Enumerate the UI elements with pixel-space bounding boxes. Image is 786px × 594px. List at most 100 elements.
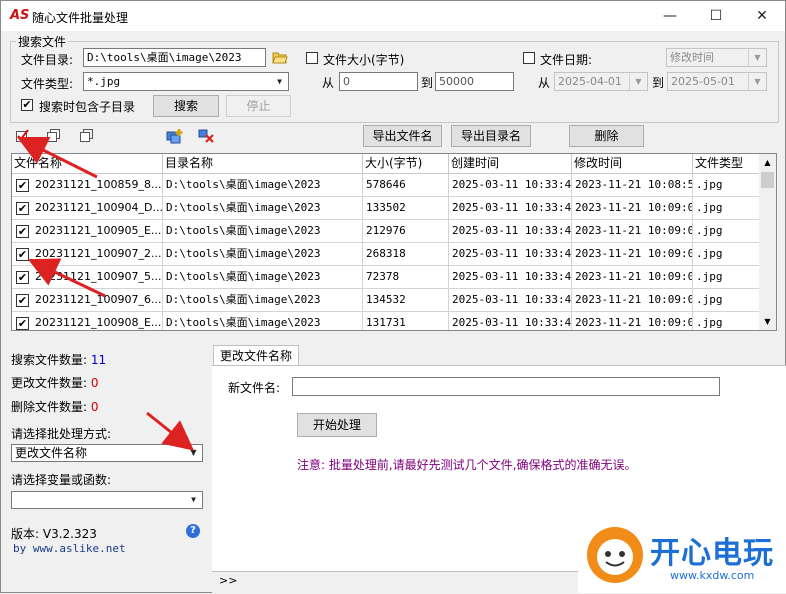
tab-rename[interactable]: 更改文件名称	[213, 345, 299, 366]
date-kind-select[interactable]: 修改时间 ▼	[666, 48, 767, 67]
close-button[interactable]: ✕	[739, 1, 785, 31]
cell-directory: D:\tools\桌面\image\2023	[163, 266, 363, 289]
size-from-label: 从	[322, 76, 335, 90]
include-subdir-checkbox[interactable]: ✔	[21, 99, 33, 111]
filename-text: 20231121_100907_2...	[35, 247, 162, 260]
help-icon[interactable]: ?	[186, 524, 200, 538]
remove-folder-icon[interactable]	[198, 128, 216, 144]
filename-text: 20231121_100907_5...	[35, 270, 162, 283]
add-folder-icon[interactable]	[166, 128, 184, 144]
date-filter-label: 文件日期:	[540, 53, 593, 67]
renamed-count: 更改文件数量: 0	[11, 374, 99, 391]
expand-toggle[interactable]: >>	[219, 574, 237, 587]
date-from-picker[interactable]: 2025-04-01 ▼	[554, 72, 648, 91]
process-mode-value: 更改文件名称	[15, 446, 88, 460]
row-checkbox[interactable]: ✔	[16, 271, 29, 284]
date-to-picker[interactable]: 2025-05-01 ▼	[667, 72, 767, 91]
cell-modified: 2023-11-21 10:09:07	[572, 289, 693, 312]
size-filter-checkbox[interactable]	[306, 52, 318, 64]
column-header-type[interactable]: 文件类型	[693, 154, 760, 174]
folder-open-icon[interactable]	[272, 50, 288, 64]
new-name-input[interactable]	[292, 377, 720, 396]
size-to-input[interactable]: 50000	[435, 72, 514, 91]
table-row[interactable]: ✔ 20231121_100908_E... D:\tools\桌面\image\2…	[12, 312, 760, 330]
variable-select[interactable]: ▼	[11, 491, 203, 509]
row-checkbox[interactable]: ✔	[16, 317, 29, 330]
row-checkbox[interactable]: ✔	[16, 179, 29, 192]
date-from-value: 2025-04-01	[558, 75, 622, 88]
row-checkbox[interactable]: ✔	[16, 248, 29, 261]
version-text: 版本: V3.2.323	[11, 527, 97, 541]
website-link[interactable]: by www.aslike.net	[13, 542, 126, 555]
table-row[interactable]: ✔ 20231121_100905_E... D:\tools\桌面\image\2…	[12, 220, 760, 243]
cell-size: 131731	[363, 312, 449, 330]
export-filenames-button[interactable]: 导出文件名	[363, 125, 442, 147]
renamed-count-value: 0	[90, 376, 99, 390]
dir-input[interactable]: D:\tools\桌面\image\2023	[83, 48, 266, 67]
cell-filename: ✔ 20231121_100859_8...	[12, 174, 163, 197]
file-table[interactable]: 文件名称 目录名称 大小(字节) 创建时间 修改时间 文件类型 ✔ 2023112…	[11, 153, 777, 331]
table-row[interactable]: ✔ 20231121_100859_8... D:\tools\桌面\image\2…	[12, 174, 760, 197]
cell-filename: ✔ 20231121_100907_5...	[12, 266, 163, 289]
export-dirnames-button[interactable]: 导出目录名	[451, 125, 531, 147]
cell-created: 2025-03-11 10:33:44	[449, 312, 572, 330]
cell-type: .jpg	[693, 243, 760, 266]
watermark: 开心电玩 www.kxdw.com	[578, 518, 786, 593]
minimize-button[interactable]: —	[647, 1, 693, 31]
found-count-label: 搜索文件数量:	[11, 353, 88, 367]
column-header-directory[interactable]: 目录名称	[163, 154, 363, 174]
table-row[interactable]: ✔ 20231121_100907_5... D:\tools\桌面\image\2…	[12, 266, 760, 289]
row-checkbox[interactable]: ✔	[16, 225, 29, 238]
cell-modified: 2023-11-21 10:09:07	[572, 243, 693, 266]
copy-icon[interactable]	[46, 128, 62, 144]
column-header-created[interactable]: 创建时间	[449, 154, 572, 174]
start-process-button[interactable]: 开始处理	[297, 413, 377, 437]
delete-button[interactable]: 删除	[569, 125, 644, 147]
type-select-value: *.jpg	[87, 75, 121, 88]
chevron-down-icon: ▼	[748, 73, 766, 90]
type-select[interactable]: *.jpg ▼	[83, 72, 289, 91]
scroll-down-icon[interactable]: ▼	[759, 313, 776, 330]
table-row[interactable]: ✔ 20231121_100907_2... D:\tools\桌面\image\2…	[12, 243, 760, 266]
table-row[interactable]: ✔ 20231121_100907_6... D:\tools\桌面\image\2…	[12, 289, 760, 312]
row-checkbox[interactable]: ✔	[16, 294, 29, 307]
date-to-value: 2025-05-01	[671, 75, 735, 88]
date-filter-checkbox[interactable]	[523, 52, 535, 64]
cell-modified: 2023-11-21 10:09:07	[572, 266, 693, 289]
chevron-down-icon: ▼	[277, 77, 282, 86]
copy-icon-2[interactable]	[79, 128, 95, 144]
cell-size: 268318	[363, 243, 449, 266]
scroll-up-icon[interactable]: ▲	[759, 154, 776, 171]
cell-modified: 2023-11-21 10:09:04	[572, 197, 693, 220]
table-row[interactable]: ✔ 20231121_100904_D... D:\tools\桌面\image\2…	[12, 197, 760, 220]
renamed-count-label: 更改文件数量:	[11, 376, 88, 390]
window-title: 随心文件批量处理	[32, 11, 129, 25]
row-checkbox[interactable]: ✔	[16, 202, 29, 215]
check-all-icon[interactable]	[15, 128, 31, 144]
cell-type: .jpg	[693, 220, 760, 243]
maximize-button[interactable]: ☐	[693, 1, 739, 31]
type-label: 文件类型:	[21, 77, 74, 91]
stop-button[interactable]: 停止	[226, 95, 291, 117]
chevron-down-icon: ▼	[629, 73, 647, 90]
app-logo: AS	[10, 8, 30, 23]
process-mode-select[interactable]: 更改文件名称 ▼	[11, 444, 203, 462]
filename-text: 20231121_100908_E...	[35, 316, 162, 329]
title-bar: AS 随心文件批量处理 — ☐ ✕	[1, 1, 785, 31]
column-header-filename[interactable]: 文件名称	[12, 154, 163, 174]
table-vertical-scrollbar[interactable]: ▲ ▼	[759, 154, 776, 330]
cell-created: 2025-03-11 10:33:44	[449, 243, 572, 266]
warning-note: 注意: 批量处理前,请最好先测试几个文件,确保格式的准确无误。	[297, 458, 637, 472]
column-header-size[interactable]: 大小(字节)	[363, 154, 449, 174]
cell-created: 2025-03-11 10:33:44	[449, 220, 572, 243]
found-count: 搜索文件数量: 11	[11, 351, 106, 368]
column-header-modified[interactable]: 修改时间	[572, 154, 693, 174]
size-from-input[interactable]: 0	[339, 72, 418, 91]
date-to-label: 到	[652, 76, 665, 90]
search-button[interactable]: 搜索	[153, 95, 219, 117]
scroll-thumb[interactable]	[761, 172, 774, 188]
cell-directory: D:\tools\桌面\image\2023	[163, 197, 363, 220]
chevron-down-icon: ▼	[191, 495, 196, 504]
filename-text: 20231121_100905_E...	[35, 224, 162, 237]
date-kind-value: 修改时间	[670, 51, 714, 64]
